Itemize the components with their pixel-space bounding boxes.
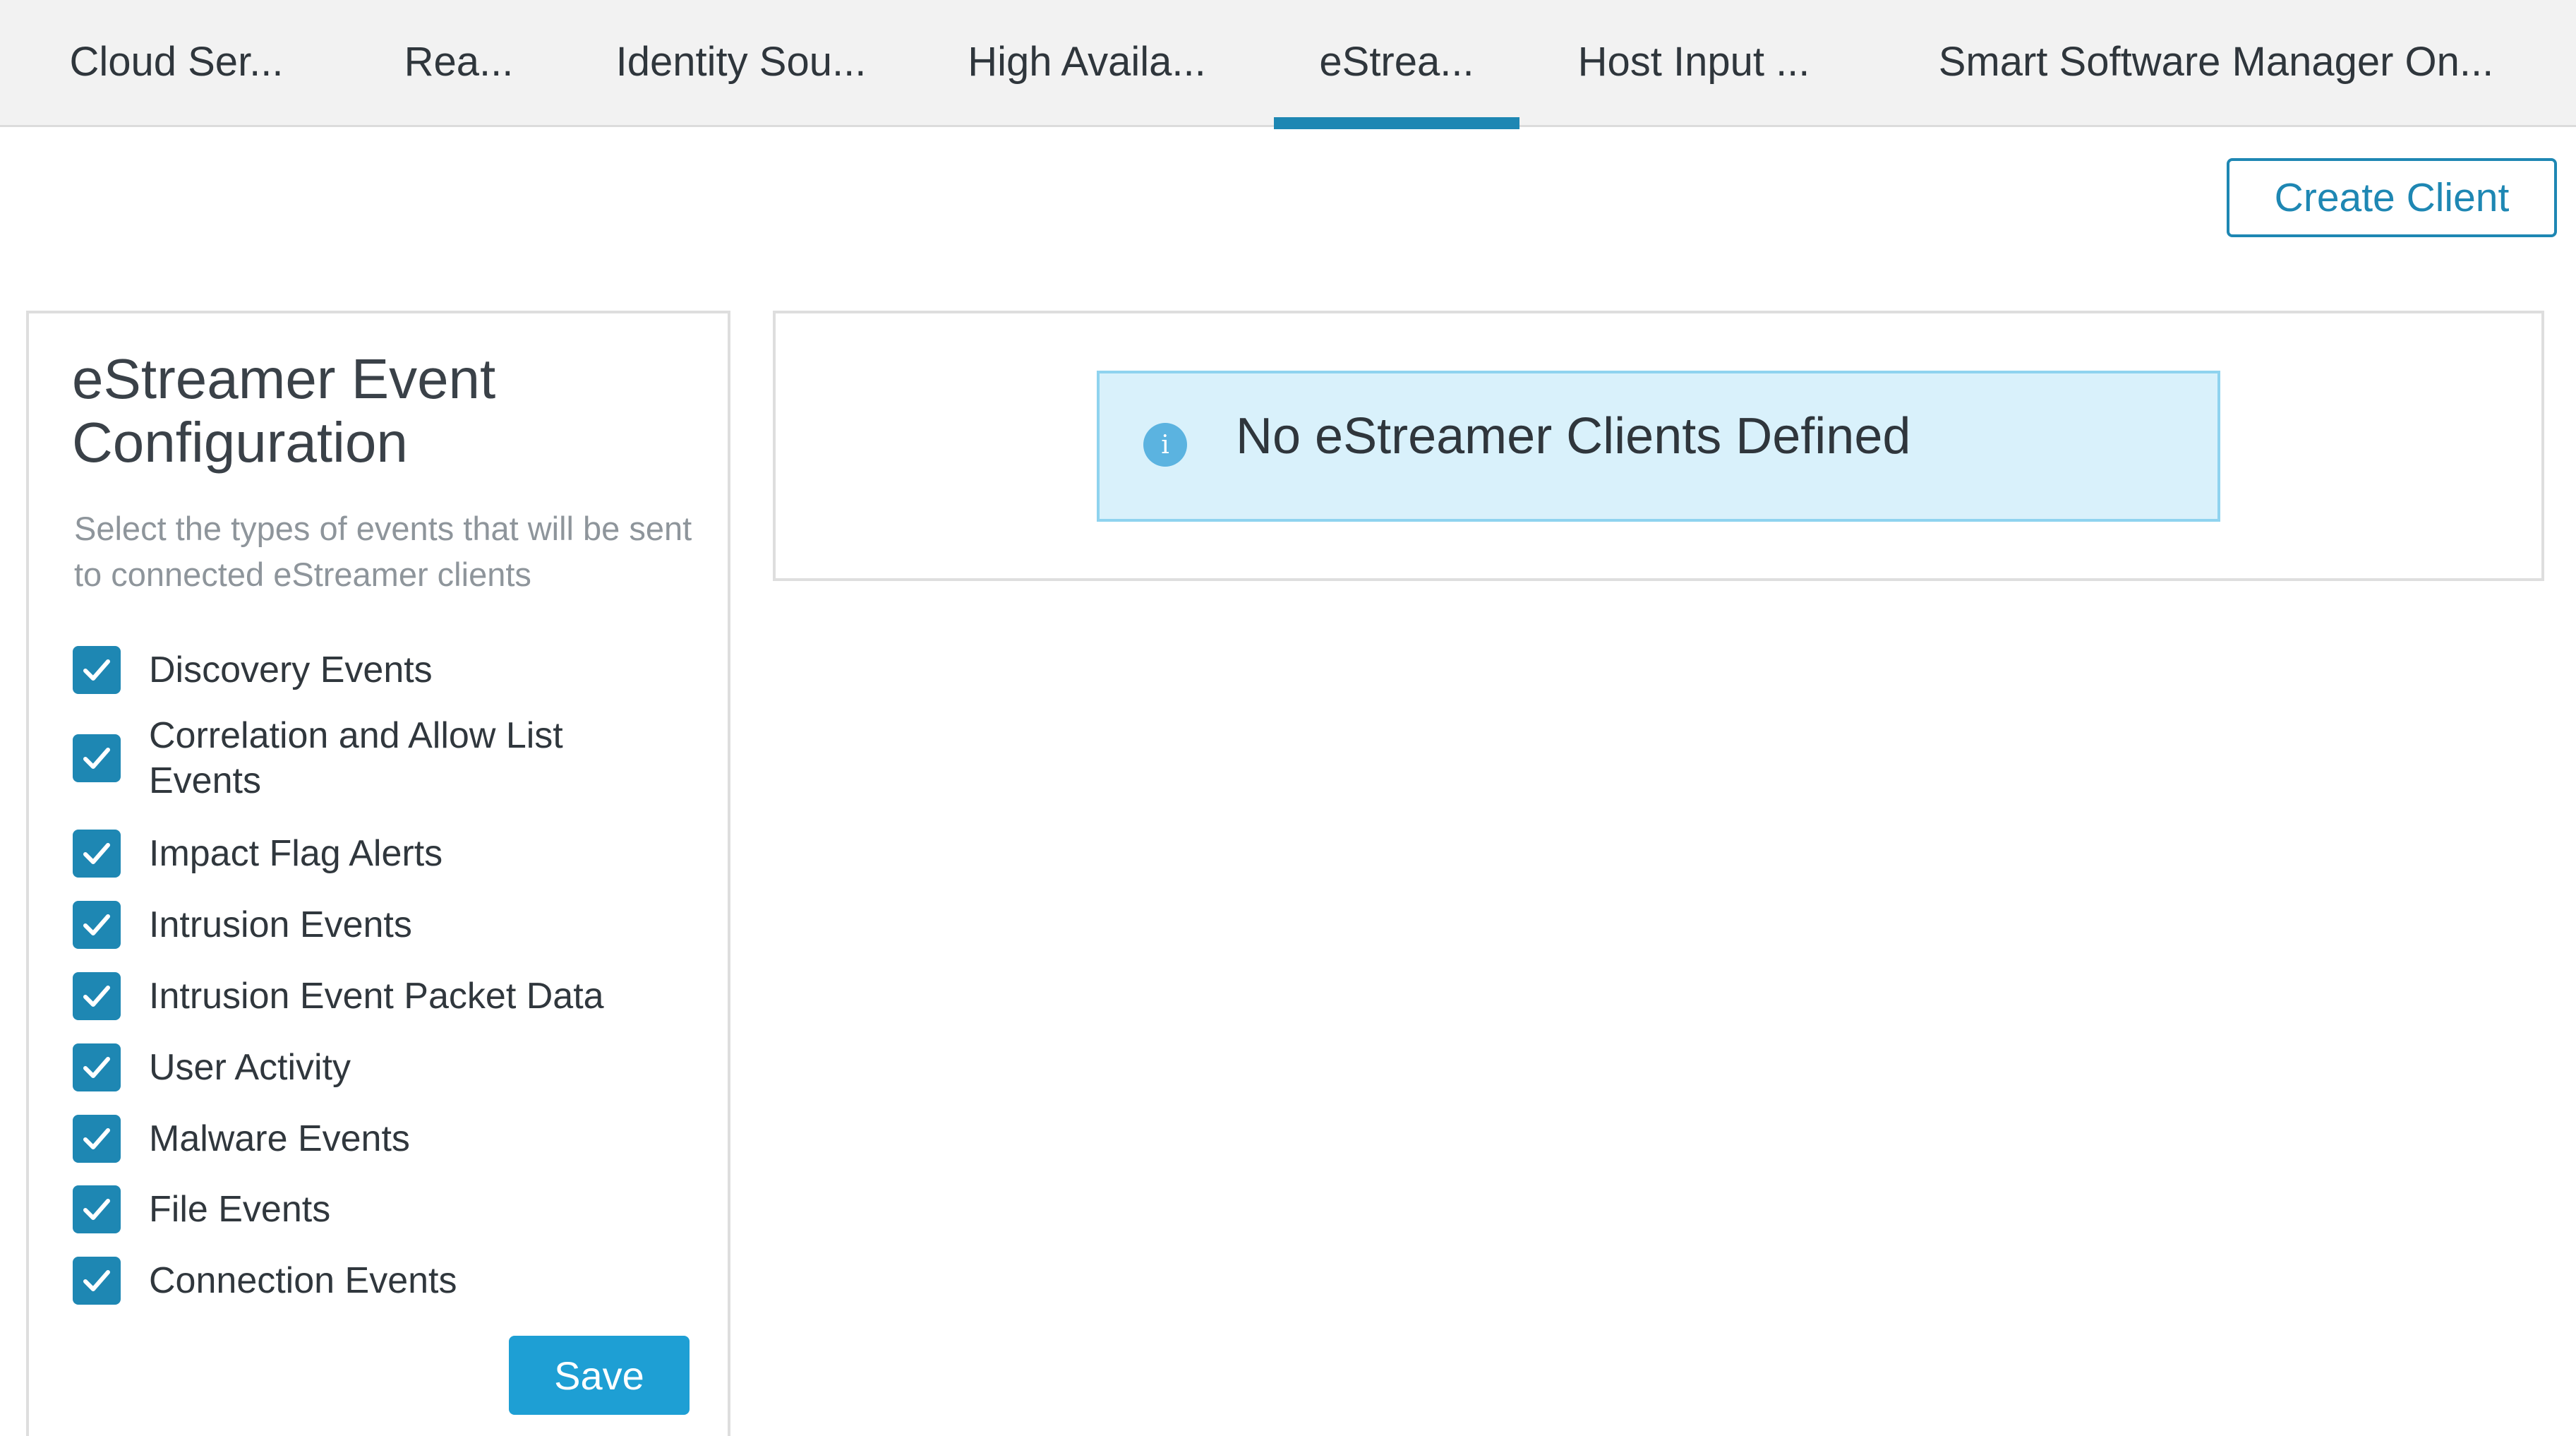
- tab-cloud-services[interactable]: Cloud Ser...: [28, 0, 325, 127]
- checkbox-checked[interactable]: [73, 646, 121, 694]
- checkbox-checked[interactable]: [73, 830, 121, 878]
- tab-label: Cloud Ser...: [69, 38, 284, 85]
- event-checkbox-row[interactable]: Correlation and Allow List Events: [73, 713, 708, 803]
- checkmark-icon: [83, 659, 110, 681]
- event-checkbox-row[interactable]: Intrusion Event Packet Data: [73, 972, 708, 1020]
- panel-title: eStreamer Event Configuration: [72, 347, 496, 474]
- checkbox-checked[interactable]: [73, 1257, 121, 1305]
- save-label: Save: [554, 1353, 644, 1398]
- event-checkbox-row[interactable]: File Events: [73, 1185, 708, 1233]
- event-label: Intrusion Event Packet Data: [149, 976, 604, 1017]
- create-client-label: Create Client: [2274, 175, 2510, 220]
- checkbox-checked[interactable]: [73, 734, 121, 782]
- empty-state-message: No eStreamer Clients Defined: [1236, 408, 1911, 465]
- checkbox-checked[interactable]: [73, 1115, 121, 1163]
- checkbox-checked[interactable]: [73, 1185, 121, 1233]
- tab-label: Identity Sou...: [615, 38, 867, 85]
- event-label: Correlation and Allow List Events: [149, 715, 563, 801]
- tab-identity-sources[interactable]: Identity Sou...: [586, 0, 896, 127]
- event-checkbox-row[interactable]: User Activity: [73, 1043, 708, 1091]
- active-tab-indicator: [1274, 117, 1519, 129]
- event-checkbox-row[interactable]: Discovery Events: [73, 646, 708, 694]
- event-checkbox-row[interactable]: Intrusion Events: [73, 901, 708, 949]
- info-icon: i: [1143, 423, 1187, 467]
- tab-label: Host Input ...: [1577, 38, 1810, 85]
- checkmark-icon: [83, 1270, 110, 1291]
- estreamer-clients-panel: i No eStreamer Clients Defined: [773, 311, 2544, 581]
- tab-realms[interactable]: Rea...: [374, 0, 543, 127]
- tab-estreamer[interactable]: eStrea...: [1274, 0, 1519, 129]
- event-checkbox-row[interactable]: Impact Flag Alerts: [73, 830, 708, 878]
- event-label: Malware Events: [149, 1118, 410, 1159]
- tab-smart-software-manager[interactable]: Smart Software Manager On...: [1906, 0, 2527, 127]
- checkmark-icon: [83, 748, 110, 769]
- event-label: Connection Events: [149, 1260, 457, 1301]
- empty-state-alert: i No eStreamer Clients Defined: [1097, 371, 2220, 522]
- save-button[interactable]: Save: [509, 1336, 690, 1415]
- event-label: File Events: [149, 1189, 331, 1230]
- checkbox-checked[interactable]: [73, 901, 121, 949]
- tab-high-availability[interactable]: High Availa...: [939, 0, 1235, 127]
- checkmark-icon: [83, 1057, 110, 1078]
- checkmark-icon: [83, 1128, 110, 1149]
- event-label: Intrusion Events: [149, 904, 412, 945]
- event-label: User Activity: [149, 1047, 351, 1088]
- create-client-button[interactable]: Create Client: [2227, 158, 2557, 237]
- estreamer-settings-page: Cloud Ser... Rea... Identity Sou... High…: [0, 0, 2576, 1436]
- checkmark-icon: [83, 1199, 110, 1220]
- event-checkbox-row[interactable]: Connection Events: [73, 1257, 708, 1305]
- panel-description: Select the types of events that will be …: [74, 510, 692, 593]
- event-label: Impact Flag Alerts: [149, 833, 443, 874]
- tab-label: eStrea...: [1319, 38, 1474, 85]
- checkmark-icon: [83, 843, 110, 864]
- tab-label: Smart Software Manager On...: [1938, 38, 2494, 85]
- tab-label: Rea...: [404, 38, 514, 85]
- event-label: Discovery Events: [149, 650, 433, 690]
- tab-bar: Cloud Ser... Rea... Identity Sou... High…: [0, 0, 2576, 129]
- event-configuration-panel: eStreamer Event Configuration Select the…: [26, 311, 730, 1436]
- checkmark-icon: [83, 914, 110, 935]
- tab-label: High Availa...: [968, 38, 1206, 85]
- tab-host-input[interactable]: Host Input ...: [1560, 0, 1828, 127]
- checkbox-checked[interactable]: [73, 972, 121, 1020]
- event-checkbox-row[interactable]: Malware Events: [73, 1115, 708, 1163]
- checkbox-checked[interactable]: [73, 1043, 121, 1091]
- checkmark-icon: [83, 986, 110, 1007]
